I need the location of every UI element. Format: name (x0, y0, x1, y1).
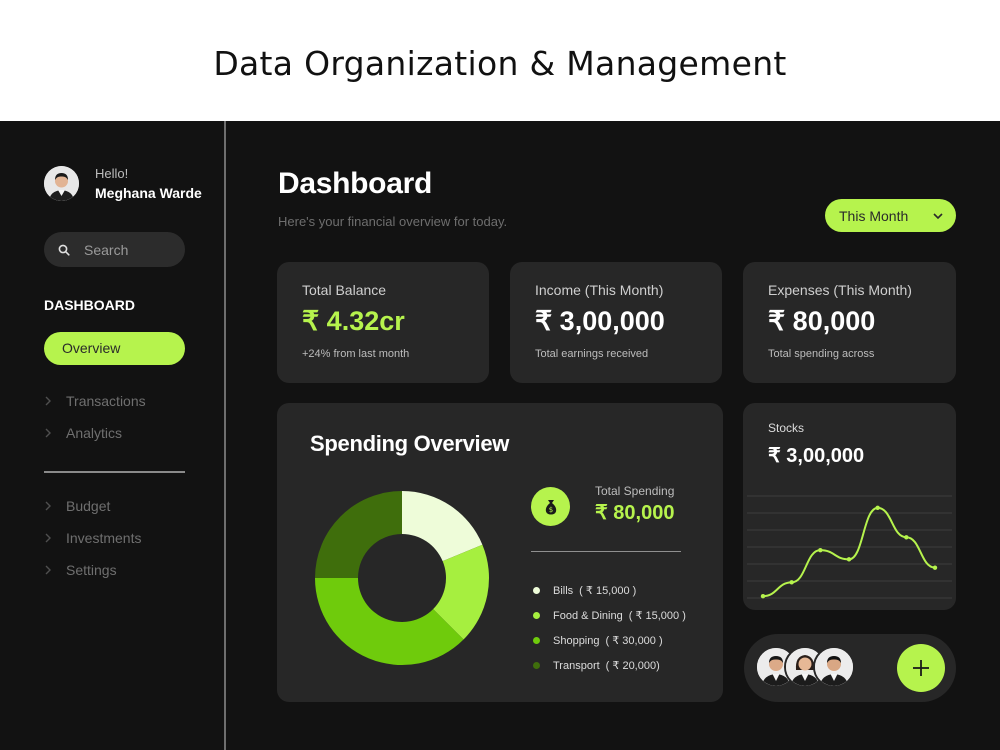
legend-item-food: Food & Dining ( ₹ 15,000 ) (533, 603, 686, 628)
dashboard-app: Hello! Meghana Warde DASHBOARD Overview … (0, 121, 1000, 750)
legend-amount: ( ₹ 15,000 ) (579, 585, 637, 597)
legend-dot (533, 662, 540, 669)
legend-label: Shopping (553, 634, 600, 647)
legend-item-bills: Bills ( ₹ 15,000 ) (533, 578, 686, 603)
stocks-point (875, 505, 880, 511)
plus-icon (913, 660, 929, 676)
stocks-point (760, 593, 766, 599)
nav-heading: DASHBOARD (44, 297, 135, 313)
stocks-label: Stocks (768, 421, 805, 435)
total-spending-label: Total Spending (595, 484, 675, 498)
stocks-point (846, 557, 852, 562)
spending-divider (531, 551, 681, 552)
card-value: ₹ 4.32cr (302, 306, 405, 336)
card-label: Total Balance (302, 282, 387, 298)
sidebar-item-label: Investments (66, 530, 142, 546)
legend-label: Bills (553, 584, 574, 597)
legend-label: Food & Dining (553, 609, 623, 622)
card-note: +24% from last month (302, 348, 410, 360)
sidebar-item-investments[interactable]: Investments (44, 530, 141, 546)
income-card: Income (This Month) ₹ 3,00,000 Total ear… (510, 262, 722, 383)
sidebar: Hello! Meghana Warde DASHBOARD Overview … (0, 121, 226, 750)
chevron-right-icon (44, 395, 66, 407)
sidebar-item-budget[interactable]: Budget (44, 498, 110, 514)
card-label: Income (This Month) (535, 282, 664, 298)
stocks-point (904, 535, 909, 540)
sidebar-item-transactions[interactable]: Transactions (44, 393, 146, 409)
sidebar-item-analytics[interactable]: Analytics (44, 425, 122, 441)
chevron-right-icon (44, 427, 66, 439)
total-spending-value: ₹ 80,000 (595, 502, 675, 524)
card-value: ₹ 80,000 (768, 306, 876, 336)
user-name: Meghana Warde (95, 185, 202, 201)
avatar[interactable] (44, 166, 79, 201)
stocks-line-chart (747, 495, 952, 599)
chevron-right-icon (44, 500, 66, 512)
stocks-card: Stocks ₹ 3,00,000 (743, 403, 956, 610)
legend-amount: ( ₹ 30,000 ) (605, 635, 663, 647)
sidebar-item-label: Settings (66, 562, 117, 578)
sidebar-item-label: Budget (66, 498, 111, 514)
chevron-right-icon (44, 564, 66, 576)
expenses-card: Expenses (This Month) ₹ 80,000 Total spe… (743, 262, 956, 383)
legend-dot (533, 612, 540, 619)
donut-slice-2 (315, 578, 464, 665)
stocks-point (818, 547, 823, 553)
legend-amount: ( ₹ 20,000) (605, 660, 660, 672)
user-avatar-icon (44, 166, 79, 201)
legend-item-transport: Transport ( ₹ 20,000) (533, 653, 686, 678)
legend-label: Transport (553, 659, 600, 672)
donut-slice-3 (315, 491, 402, 578)
spending-donut-chart (315, 491, 489, 665)
add-button[interactable] (897, 644, 945, 692)
chevron-right-icon (44, 532, 66, 544)
card-note: Total spending across (768, 348, 875, 360)
chevron-down-icon (932, 209, 944, 225)
card-value: ₹ 3,00,000 (535, 306, 665, 336)
greeting-text: Hello! (95, 166, 129, 181)
svg-text:$: $ (548, 506, 552, 514)
spending-legend: Bills ( ₹ 15,000 ) Food & Dining ( ₹ 15,… (533, 578, 686, 678)
stocks-trend-line (762, 506, 936, 598)
legend-dot (533, 587, 540, 594)
team-avatar[interactable] (813, 646, 855, 688)
legend-dot (533, 637, 540, 644)
sidebar-divider (44, 471, 185, 473)
dashboard-subtitle: Here's your financial overview for today… (278, 214, 508, 229)
sidebar-item-overview[interactable]: Overview (44, 332, 185, 365)
stocks-point (789, 580, 794, 585)
sidebar-item-label: Analytics (66, 425, 123, 441)
stocks-point (932, 565, 938, 570)
card-note: Total earnings received (535, 348, 649, 360)
sidebar-item-label: Transactions (66, 393, 146, 409)
period-label: This Month (839, 207, 909, 224)
team-pill (744, 634, 956, 702)
person-avatar-icon (815, 648, 853, 686)
sidebar-item-settings[interactable]: Settings (44, 562, 117, 578)
money-badge: $ (531, 487, 570, 526)
dashboard-title: Dashboard (278, 167, 432, 200)
period-dropdown[interactable]: This Month (825, 199, 956, 232)
legend-item-shopping: Shopping ( ₹ 30,000 ) (533, 628, 686, 653)
legend-amount: ( ₹ 15,000 ) (628, 610, 686, 622)
spending-overview-card: Spending Overview $ Total Spending ₹ 80,… (277, 403, 723, 702)
search-icon (58, 244, 70, 256)
money-bag-icon: $ (545, 499, 556, 514)
search-input[interactable] (84, 241, 174, 258)
spending-title: Spending Overview (310, 431, 510, 456)
page-title: Data Organization & Management (213, 44, 787, 83)
stocks-value: ₹ 3,00,000 (768, 445, 865, 467)
card-label: Expenses (This Month) (768, 282, 912, 298)
total-balance-card: Total Balance ₹ 4.32cr +24% from last mo… (277, 262, 489, 383)
search-bar[interactable] (44, 232, 185, 267)
